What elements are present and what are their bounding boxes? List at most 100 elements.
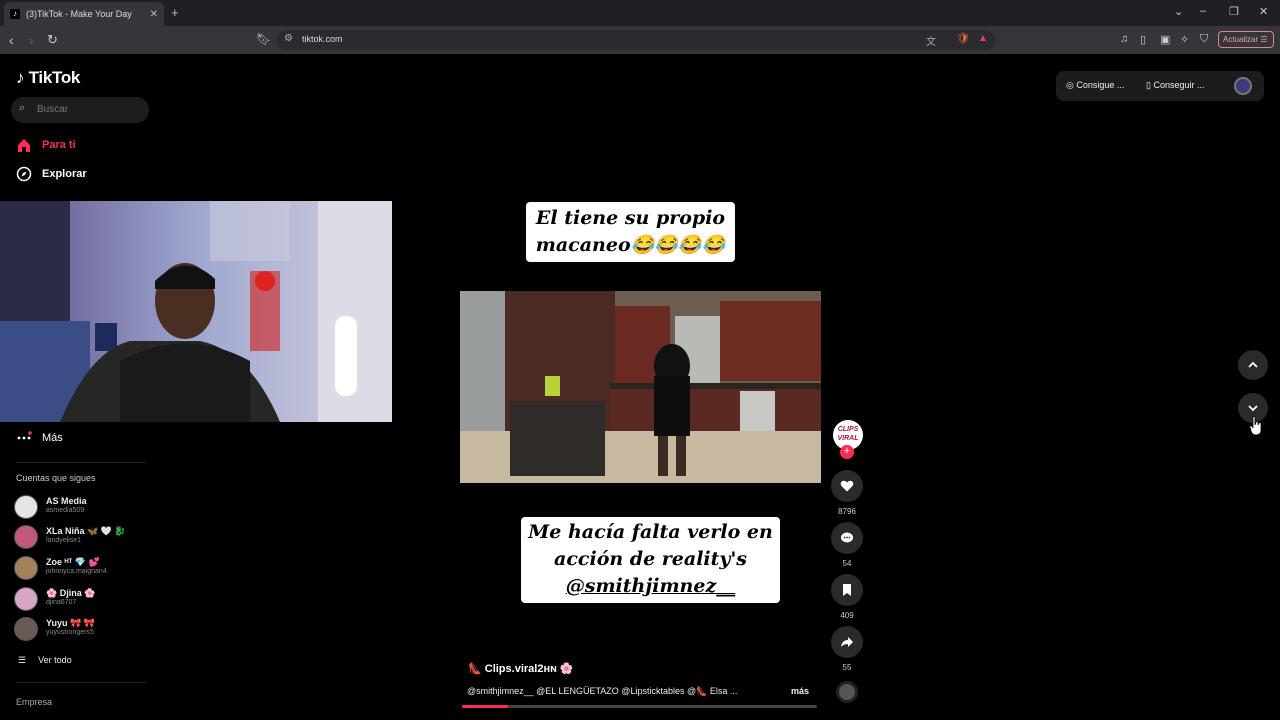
url-text: tiktok.com [302,34,343,44]
compass-icon [16,166,32,182]
avatar [14,617,38,641]
account-username: landyelise1 [46,537,82,544]
music-disc-icon[interactable] [836,681,858,703]
caption-line: acción de reality's [554,548,747,570]
video-frame-image [460,291,821,483]
wallet-icon[interactable]: ▣ [1160,33,1170,46]
leo-ai-icon[interactable]: ✧ [1180,33,1189,46]
tiktok-note-icon: ♪ [16,68,25,87]
author-avatar-label: CLIPS VIRAL [837,426,859,442]
sidebar-item-para-ti[interactable]: Para ti [16,137,76,153]
following-account[interactable]: XLa Niña 🦋 🤍 🐉 landyelise1 [14,525,164,551]
tiktok-logo[interactable]: ♪ TikTok [16,68,80,88]
update-label: Actualizar [1223,35,1259,44]
webcam-feed-image [0,201,392,422]
heart-icon [840,480,854,492]
comment-count: 54 [842,559,852,568]
follow-plus-icon[interactable]: + [840,445,854,459]
address-bar[interactable]: ⚙ tiktok.com 文 🛡︎ ▲ [276,30,996,50]
sidebar-icon[interactable]: ▯ [1140,33,1146,46]
search-icon: ⌕ [19,102,26,114]
account-name: Zoe ᴴᵀ 💎 💕 [46,557,100,567]
account-name: XLa Niña 🦋 🤍 🐉 [46,526,126,536]
search-placeholder: Buscar [37,104,69,115]
reload-icon[interactable]: ↻ [47,32,58,48]
following-account[interactable]: AS Media asmedia509 [14,495,164,521]
caption-line: El tiene su propio [535,207,726,229]
caption-line: @smithjimnez__ [565,575,736,597]
vpn-icon[interactable]: ⛉ [1200,33,1208,46]
sidebar-item-explorar[interactable]: Explorar [16,166,87,182]
list-icon: ☰ [18,655,27,665]
site-info-icon[interactable]: ⚙ [284,33,293,44]
avatar [14,556,38,580]
avatar [14,495,38,519]
media-icon[interactable]: ♫ [1120,33,1128,45]
caption-bottom: Me hacía falta verlo en acción de realit… [521,517,780,603]
coin-icon: ◎ [1066,80,1074,90]
browser-tab[interactable]: ♪ (3)TikTok - Make Your Day ✕ [4,2,164,26]
sidebar-item-label: Explorar [42,168,87,180]
chevron-up-icon [1248,361,1258,368]
tab-list-icon[interactable]: ⌄ [1174,5,1183,18]
browser-tab-bar: ♪ (3)TikTok - Make Your Day ✕ + ⌄ – ❐ ✕ [0,0,1280,26]
brave-rewards-icon[interactable]: ▲ [978,33,988,44]
previous-video-button[interactable] [1238,350,1268,380]
bookmark-icon [843,584,851,596]
more-dots-icon [16,430,32,446]
sidebar-item-mas[interactable]: Más [16,430,63,446]
update-button[interactable]: Actualizar ☰ [1218,31,1274,48]
forward-icon[interactable]: › [29,32,34,48]
more-link[interactable]: más [791,686,809,696]
search-input[interactable]: ⌕ Buscar [11,97,149,123]
account-username: johnnyca.maignan4 [46,568,107,575]
get-app-button[interactable]: ▯ Conseguir ... [1146,80,1205,91]
new-tab-icon[interactable]: + [171,5,179,20]
chevron-down-icon [1248,405,1258,412]
see-all-link[interactable]: ☰ Ver todo [18,655,72,666]
like-button[interactable] [831,470,863,502]
share-button[interactable] [831,626,863,658]
video-description: @smithjimnez__ @EL LENGÜETAZO @Lipstickt… [467,686,738,696]
close-window-icon[interactable]: ✕ [1259,5,1268,18]
get-coins-button[interactable]: ◎ Consigue ... [1066,80,1124,91]
sidebar-item-label: Para ti [42,139,76,151]
divider [16,462,146,463]
profile-avatar[interactable] [1234,77,1252,95]
divider [16,682,146,683]
video-author[interactable]: 👠 Clips.viral2ʜɴ 🌸 [468,662,574,675]
footer-section-title: Empresa [16,697,53,707]
close-tab-icon[interactable]: ✕ [150,9,158,20]
like-count: 8796 [838,507,856,516]
get-coins-label: Consigue ... [1076,80,1125,90]
minimize-icon[interactable]: – [1200,5,1206,17]
following-title: Cuentas que sigues [16,473,96,483]
account-username: yuyustrongers5 [46,629,94,636]
home-icon [16,137,32,153]
video-progress-bar[interactable] [462,705,817,708]
brave-shield-icon[interactable]: 🛡︎ [956,32,970,45]
sidebar-item-label: Más [42,432,63,444]
video-player[interactable] [460,291,821,483]
following-account[interactable]: Yuyu 🎀 🎀 yuyustrongers5 [14,617,164,643]
caption-top: El tiene su propio macaneo😂😂😂😂 [526,202,735,262]
caption-line: macaneo😂😂😂😂 [535,234,726,256]
translate-icon[interactable]: 文 [926,33,936,48]
comment-icon [841,532,853,543]
account-username: asmedia509 [46,507,85,514]
restore-icon[interactable]: ❐ [1229,5,1239,18]
tab-title: (3)TikTok - Make Your Day [26,9,132,19]
following-account[interactable]: Zoe ᴴᵀ 💎 💕 johnnyca.maignan4 [14,556,164,582]
logo-text: TikTok [28,68,81,87]
back-icon[interactable]: ‹ [9,32,14,48]
avatar [14,525,38,549]
bookmark-icon[interactable]: 🔖︎ [256,32,271,46]
following-account[interactable]: 🌸 Djina 🌸 djina6707 [14,587,164,613]
comment-button[interactable] [831,522,863,554]
browser-toolbar: ‹ › ↻ 🔖︎ ⚙ tiktok.com 文 🛡︎ ▲ ♫ ▯ ▣ ✧ ⛉ [0,26,1280,54]
top-actions: ◎ Consigue ... ▯ Conseguir ... [1056,71,1264,101]
save-button[interactable] [831,574,863,606]
get-app-label: Conseguir ... [1153,80,1205,90]
save-count: 409 [840,611,854,620]
account-name: AS Media [46,496,87,506]
